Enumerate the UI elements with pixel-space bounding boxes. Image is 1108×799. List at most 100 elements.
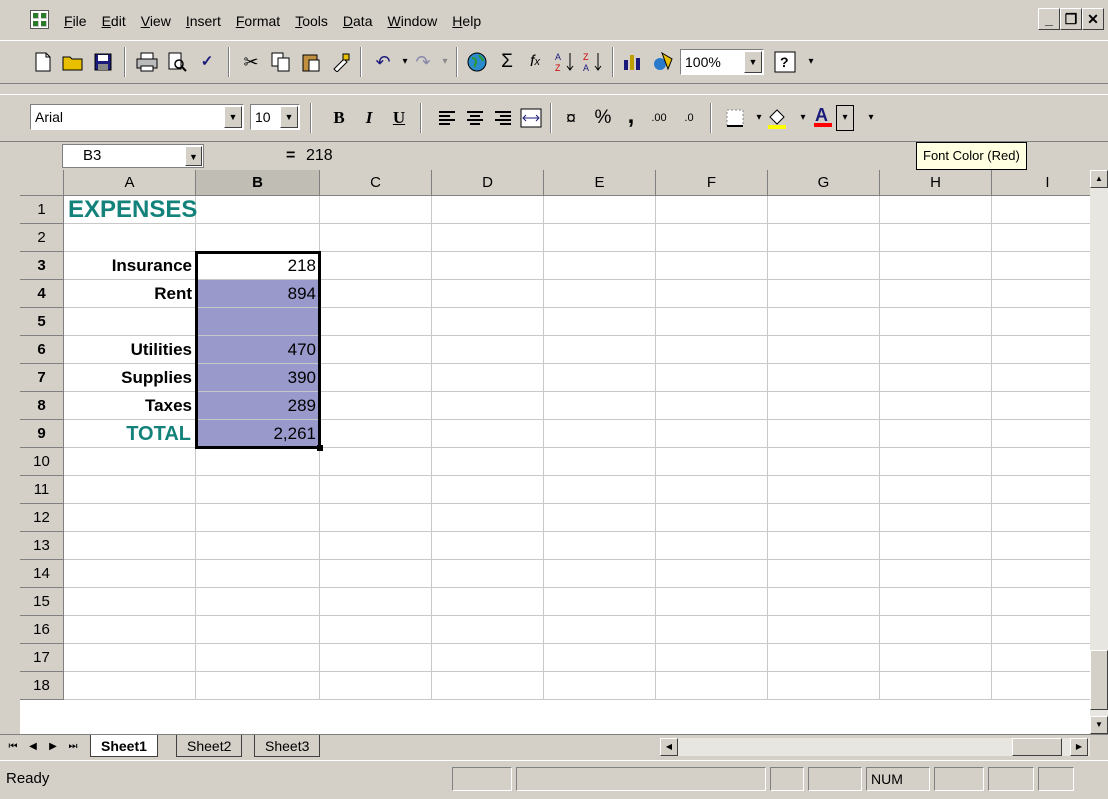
cell-e15[interactable] [544,588,656,616]
menu-edit[interactable]: Edit [102,11,126,31]
cell-d14[interactable] [432,560,544,588]
cell-a13[interactable] [64,532,196,560]
menu-format[interactable]: Format [236,11,280,31]
cell-i9[interactable] [992,420,1090,448]
cell-h17[interactable] [880,644,992,672]
scroll-up-icon[interactable]: ▲ [1090,170,1108,188]
cell-c14[interactable] [320,560,432,588]
cell-f11[interactable] [656,476,768,504]
cell-a17[interactable] [64,644,196,672]
zoom-combo[interactable]: 100% ▼ [680,49,764,75]
toolbar-options-icon[interactable]: ▾ [798,49,824,75]
decrease-decimal-button[interactable]: .0 [676,105,702,131]
row-header-1[interactable]: 1 [20,196,64,224]
cell-d4[interactable] [432,280,544,308]
cell-h10[interactable] [880,448,992,476]
comma-button[interactable]: , [618,103,644,129]
cell-g10[interactable] [768,448,880,476]
cell-c7[interactable] [320,364,432,392]
drawing-icon[interactable] [650,49,676,75]
cut-icon[interactable]: ✂ [238,49,264,75]
column-header-a[interactable]: A [64,170,196,196]
cell-b6[interactable]: 470 [196,336,320,364]
cell-i11[interactable] [992,476,1090,504]
next-sheet-icon[interactable]: ▶ [44,738,62,756]
font-color-dropdown-icon[interactable]: ▾ [836,105,854,131]
row-header-5[interactable]: 5 [20,308,64,336]
first-sheet-icon[interactable]: ⏮ [4,738,22,756]
cell-f12[interactable] [656,504,768,532]
cell-g11[interactable] [768,476,880,504]
worksheet-grid[interactable]: A B C D E F G H I 1 EXPENSES 2 3 Insurance 218 4 Rent 894… [20,170,1090,734]
cell-e5[interactable] [544,308,656,336]
cell-c10[interactable] [320,448,432,476]
cell-d3[interactable] [432,252,544,280]
cell-a8[interactable]: Taxes [64,392,196,420]
row-header-13[interactable]: 13 [20,532,64,560]
cell-i8[interactable] [992,392,1090,420]
cell-f8[interactable] [656,392,768,420]
column-header-i[interactable]: I [992,170,1090,196]
cell-d15[interactable] [432,588,544,616]
cell-i18[interactable] [992,672,1090,700]
paste-icon[interactable] [298,49,324,75]
row-header-6[interactable]: 6 [20,336,64,364]
cell-a15[interactable] [64,588,196,616]
cell-h2[interactable] [880,224,992,252]
print-preview-icon[interactable] [164,49,190,75]
cell-e2[interactable] [544,224,656,252]
cell-i16[interactable] [992,616,1090,644]
row-header-9[interactable]: 9 [20,420,64,448]
cell-h4[interactable] [880,280,992,308]
row-header-10[interactable]: 10 [20,448,64,476]
cell-g16[interactable] [768,616,880,644]
cell-b5[interactable] [196,308,320,336]
cell-g5[interactable] [768,308,880,336]
vertical-scrollbar[interactable]: ▲ ▼ [1090,170,1108,734]
cell-d7[interactable] [432,364,544,392]
cell-g18[interactable] [768,672,880,700]
row-header-12[interactable]: 12 [20,504,64,532]
cell-c6[interactable] [320,336,432,364]
web-toolbar-icon[interactable] [464,49,490,75]
chevron-down-icon[interactable]: ▼ [185,146,202,166]
cell-h12[interactable] [880,504,992,532]
font-color-icon[interactable]: A [810,103,836,129]
new-document-icon[interactable] [30,49,56,75]
align-right-icon[interactable] [490,105,516,131]
cell-b15[interactable] [196,588,320,616]
cell-g4[interactable] [768,280,880,308]
cell-e3[interactable] [544,252,656,280]
column-header-h[interactable]: H [880,170,992,196]
select-all-corner[interactable] [20,170,64,196]
cell-c16[interactable] [320,616,432,644]
cell-i2[interactable] [992,224,1090,252]
cell-c18[interactable] [320,672,432,700]
menu-data[interactable]: Data [343,11,373,31]
cell-b16[interactable] [196,616,320,644]
cell-f14[interactable] [656,560,768,588]
cell-i7[interactable] [992,364,1090,392]
cell-i17[interactable] [992,644,1090,672]
row-header-8[interactable]: 8 [20,392,64,420]
format-painter-icon[interactable] [328,49,354,75]
cell-g2[interactable] [768,224,880,252]
open-folder-icon[interactable] [60,49,86,75]
cell-d6[interactable] [432,336,544,364]
cell-b11[interactable] [196,476,320,504]
cell-a10[interactable] [64,448,196,476]
cell-d5[interactable] [432,308,544,336]
cell-c9[interactable] [320,420,432,448]
font-name-combo[interactable]: Arial ▼ [30,104,244,130]
cell-a7[interactable]: Supplies [64,364,196,392]
spelling-icon[interactable]: ✓ [194,49,220,75]
autosum-icon[interactable]: Σ [494,49,520,75]
cell-d10[interactable] [432,448,544,476]
cell-g7[interactable] [768,364,880,392]
cell-b1[interactable] [196,196,320,224]
row-header-14[interactable]: 14 [20,560,64,588]
cell-b17[interactable] [196,644,320,672]
cell-f1[interactable] [656,196,768,224]
excel-app-icon[interactable] [30,10,49,29]
cell-i14[interactable] [992,560,1090,588]
